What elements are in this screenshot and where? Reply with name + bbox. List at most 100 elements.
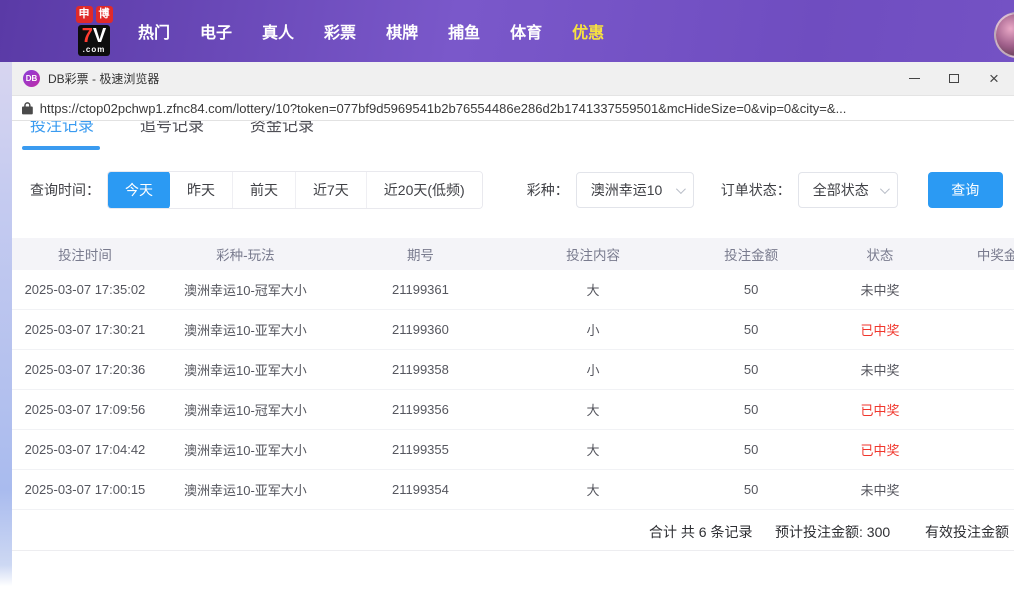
nav-item-hot[interactable]: 热门 bbox=[138, 19, 170, 43]
tab-bet-records[interactable]: 投注记录 bbox=[30, 121, 94, 135]
nav-item-live[interactable]: 真人 bbox=[262, 19, 294, 43]
cell-issue: 21199360 bbox=[333, 322, 508, 337]
cell-game-play: 澳洲幸运10-冠军大小 bbox=[158, 280, 333, 299]
cell-amount: 50 bbox=[678, 402, 824, 417]
page-content: 投注记录 追号记录 资金记录 查询时间： 今天 昨天 前天 近7天 近20天(低… bbox=[12, 121, 1014, 597]
cell-status: 已中奖 bbox=[824, 320, 936, 339]
browser-window: DB DB彩票 - 极速浏览器 × https://ctop02pchwp1.z… bbox=[12, 62, 1014, 597]
table-row: 2025-03-07 17:04:42 澳洲幸运10-亚军大小 21199355… bbox=[12, 430, 1014, 470]
time-option-last-20-days[interactable]: 近20天(低频) bbox=[366, 171, 482, 209]
logo-main: 7V bbox=[82, 25, 106, 47]
header-win-amount: 中奖金额 bbox=[936, 244, 1014, 264]
header-amount: 投注金额 bbox=[678, 244, 824, 264]
logo-badges: 申 博 bbox=[68, 6, 120, 23]
time-option-day-before[interactable]: 前天 bbox=[232, 171, 295, 209]
summary-total-records: 合计 共 6 条记录 bbox=[649, 522, 752, 542]
tab-fund-records[interactable]: 资金记录 bbox=[250, 121, 314, 135]
url-text: https://ctop02pchwp1.zfnc84.com/lottery/… bbox=[40, 101, 1004, 116]
tab-chase-records[interactable]: 追号记录 bbox=[140, 121, 204, 135]
close-button[interactable]: × bbox=[974, 62, 1014, 95]
cell-content: 小 bbox=[508, 320, 678, 339]
maximize-button[interactable] bbox=[934, 62, 974, 95]
nav-item-sports[interactable]: 体育 bbox=[510, 19, 542, 43]
nav-item-slots[interactable]: 电子 bbox=[200, 19, 232, 43]
lottery-select-value: 澳洲幸运10 bbox=[591, 180, 663, 200]
cell-issue: 21199356 bbox=[333, 402, 508, 417]
cell-amount: 50 bbox=[678, 322, 824, 337]
cell-game-play: 澳洲幸运10-亚军大小 bbox=[158, 440, 333, 459]
status-filter-label: 订单状态： bbox=[721, 180, 791, 200]
chevron-down-icon bbox=[676, 184, 686, 194]
order-status-select[interactable]: 全部状态 bbox=[798, 172, 898, 208]
nav-item-cards[interactable]: 棋牌 bbox=[386, 19, 418, 43]
time-filter-label: 查询时间： bbox=[30, 180, 100, 200]
cell-bet-time: 2025-03-07 17:09:56 bbox=[12, 402, 158, 417]
close-icon: × bbox=[989, 70, 999, 87]
desktop-background-strip bbox=[0, 62, 12, 597]
minimize-button[interactable] bbox=[894, 62, 934, 95]
record-tabs: 投注记录 追号记录 资金记录 bbox=[30, 121, 314, 135]
time-option-yesterday[interactable]: 昨天 bbox=[170, 171, 232, 209]
cell-status: 未中奖 bbox=[824, 280, 936, 299]
site-logo[interactable]: 申 博 7V .com bbox=[68, 6, 120, 57]
header-status: 状态 bbox=[824, 244, 936, 264]
logo-7: 7 bbox=[82, 25, 93, 47]
maximize-icon bbox=[949, 74, 959, 83]
summary-divider bbox=[12, 550, 1014, 551]
cell-content: 大 bbox=[508, 440, 678, 459]
cell-amount: 50 bbox=[678, 282, 824, 297]
lottery-select[interactable]: 澳洲幸运10 bbox=[576, 172, 694, 208]
window-titlebar: DB DB彩票 - 极速浏览器 × bbox=[12, 62, 1014, 95]
nav-menu: 热门 电子 真人 彩票 棋牌 捕鱼 体育 优惠 bbox=[138, 0, 604, 62]
cell-bet-time: 2025-03-07 17:35:02 bbox=[12, 282, 158, 297]
logo-box: 7V .com bbox=[78, 25, 110, 56]
cell-content: 大 bbox=[508, 480, 678, 499]
cell-amount: 50 bbox=[678, 442, 824, 457]
time-option-today[interactable]: 今天 bbox=[108, 171, 170, 209]
header-bet-time: 投注时间 bbox=[12, 244, 158, 264]
table-row: 2025-03-07 17:09:56 澳洲幸运10-冠军大小 21199356… bbox=[12, 390, 1014, 430]
search-button[interactable]: 查询 bbox=[928, 172, 1003, 208]
cell-bet-time: 2025-03-07 17:00:15 bbox=[12, 482, 158, 497]
cell-game-play: 澳洲幸运10-亚军大小 bbox=[158, 480, 333, 499]
nav-item-promos[interactable]: 优惠 bbox=[572, 19, 604, 43]
summary-expected-amount: 预计投注金额: 300 bbox=[775, 522, 890, 542]
cell-status: 已中奖 bbox=[824, 400, 936, 419]
logo-suffix: .com bbox=[82, 46, 106, 54]
time-filter-group: 今天 昨天 前天 近7天 近20天(低频) bbox=[107, 171, 483, 209]
user-avatar[interactable] bbox=[994, 12, 1014, 58]
cell-content: 大 bbox=[508, 280, 678, 299]
cell-issue: 21199361 bbox=[333, 282, 508, 297]
lock-icon bbox=[22, 101, 33, 115]
logo-v: V bbox=[93, 25, 106, 47]
time-option-last-7-days[interactable]: 近7天 bbox=[295, 171, 366, 209]
table-header-row: 投注时间 彩种-玩法 期号 投注内容 投注金额 状态 中奖金额 bbox=[12, 238, 1014, 270]
nav-item-fishing[interactable]: 捕鱼 bbox=[448, 19, 480, 43]
logo-badge-shen: 申 bbox=[76, 6, 93, 23]
table-row: 2025-03-07 17:00:15 澳洲幸运10-亚军大小 21199354… bbox=[12, 470, 1014, 510]
bet-records-table: 投注时间 彩种-玩法 期号 投注内容 投注金额 状态 中奖金额 2025-03-… bbox=[12, 238, 1014, 510]
site-navbar: 申 博 7V .com 热门 电子 真人 彩票 棋牌 捕鱼 体育 优惠 bbox=[0, 0, 1014, 62]
cell-status: 未中奖 bbox=[824, 480, 936, 499]
table-row: 2025-03-07 17:35:02 澳洲幸运10-冠军大小 21199361… bbox=[12, 270, 1014, 310]
cell-bet-time: 2025-03-07 17:20:36 bbox=[12, 362, 158, 377]
active-tab-underline bbox=[22, 146, 100, 150]
cell-game-play: 澳洲幸运10-亚军大小 bbox=[158, 360, 333, 379]
cell-content: 小 bbox=[508, 360, 678, 379]
header-content: 投注内容 bbox=[508, 244, 678, 264]
address-bar[interactable]: https://ctop02pchwp1.zfnc84.com/lottery/… bbox=[12, 95, 1014, 121]
cell-amount: 50 bbox=[678, 362, 824, 377]
cell-game-play: 澳洲幸运10-亚军大小 bbox=[158, 320, 333, 339]
cell-status: 已中奖 bbox=[824, 440, 936, 459]
table-row: 2025-03-07 17:30:21 澳洲幸运10-亚军大小 21199360… bbox=[12, 310, 1014, 350]
order-status-value: 全部状态 bbox=[813, 180, 869, 200]
header-game-play: 彩种-玩法 bbox=[158, 244, 333, 264]
cell-status: 未中奖 bbox=[824, 360, 936, 379]
summary-valid-amount: 有效投注金额 bbox=[925, 522, 1009, 542]
lottery-filter-label: 彩种： bbox=[527, 180, 569, 200]
cell-bet-time: 2025-03-07 17:30:21 bbox=[12, 322, 158, 337]
db-favicon-icon: DB bbox=[23, 70, 40, 87]
nav-item-lottery[interactable]: 彩票 bbox=[324, 19, 356, 43]
window-controls: × bbox=[894, 62, 1014, 95]
chevron-down-icon bbox=[880, 184, 890, 194]
